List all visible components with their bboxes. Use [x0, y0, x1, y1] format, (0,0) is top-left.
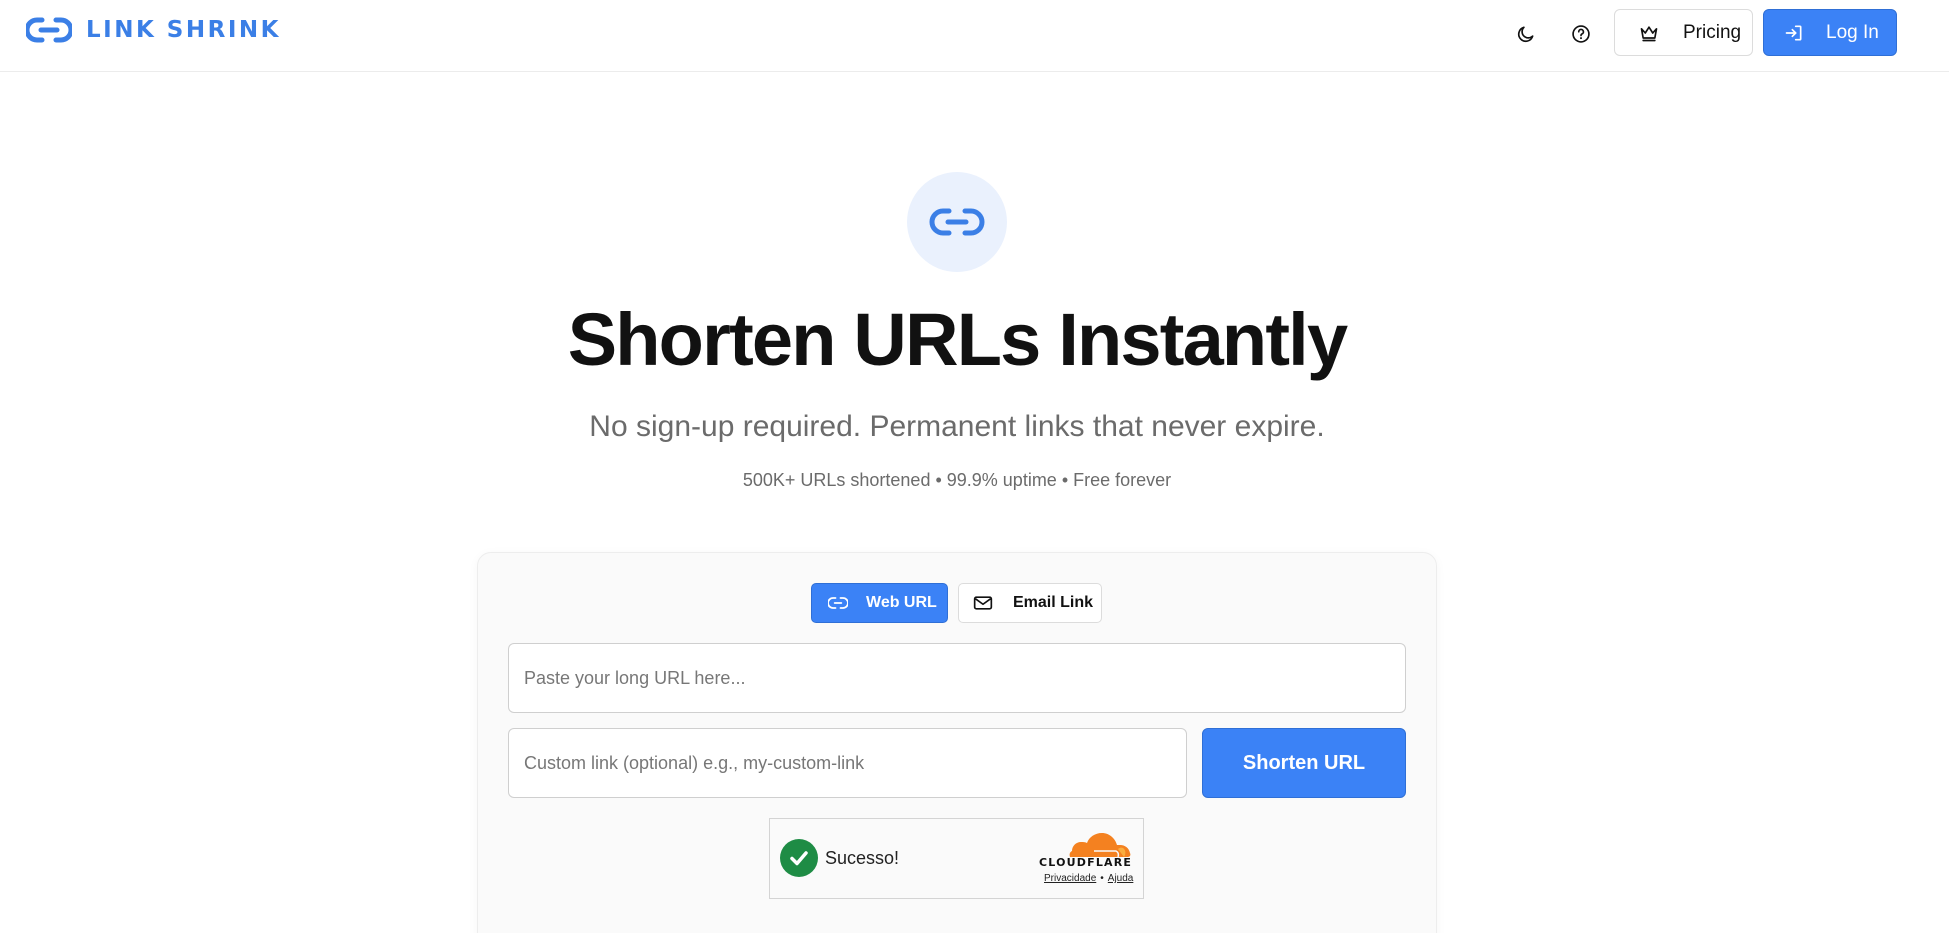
login-icon: [1785, 25, 1802, 41]
mail-icon: [973, 596, 993, 610]
brand-logo[interactable]: LINK SHRINK: [26, 15, 281, 45]
hero-stats: 500K+ URLs shortened • 99.9% uptime • Fr…: [742, 470, 1172, 490]
login-label: Log In: [1826, 21, 1879, 43]
tab-web-url[interactable]: Web URL: [811, 583, 948, 623]
top-navbar: LINK SHRINK Pricing Log In: [0, 0, 1949, 72]
privacy-link[interactable]: Privacidade: [1044, 873, 1096, 884]
link-separator: •: [1100, 873, 1104, 884]
captcha-links: Privacidade • Ajuda: [1044, 873, 1133, 884]
page-title: Shorten URLs Instantly: [567, 298, 1348, 381]
help-circle-icon: [1572, 25, 1590, 43]
help-button[interactable]: [1565, 18, 1597, 50]
help-link[interactable]: Ajuda: [1108, 873, 1134, 884]
pricing-button[interactable]: Pricing: [1614, 9, 1753, 56]
captcha-status: Sucesso!: [825, 848, 900, 868]
moon-icon: [1517, 26, 1534, 43]
link-icon: [26, 17, 72, 43]
link-icon: [828, 597, 848, 609]
brand-name: LINK SHRINK: [86, 17, 281, 43]
link-icon: [929, 208, 985, 236]
tab-web-url-label: Web URL: [866, 594, 937, 611]
login-button[interactable]: Log In: [1763, 9, 1897, 56]
dark-mode-toggle[interactable]: [1510, 18, 1542, 50]
checkmark-icon: [790, 851, 808, 866]
crown-icon: [1640, 25, 1658, 41]
captcha-success-check: [780, 839, 818, 877]
custom-link-input[interactable]: [508, 728, 1187, 798]
pricing-label: Pricing: [1683, 21, 1742, 43]
hero-link-badge: [907, 172, 1007, 272]
shorten-url-button[interactable]: Shorten URL: [1202, 728, 1406, 798]
cloudflare-wordmark: CLOUDFLARE: [1039, 856, 1133, 869]
tab-email-link[interactable]: Email Link: [958, 583, 1102, 623]
hero-subtitle: No sign-up required. Permanent links tha…: [589, 410, 1325, 443]
cloudflare-cloud-icon: [1069, 833, 1131, 858]
long-url-input[interactable]: [508, 643, 1406, 713]
tab-email-link-label: Email Link: [1013, 594, 1094, 611]
captcha-widget: Sucesso! CLOUDFLARE Privacidade • Ajuda: [769, 818, 1144, 899]
